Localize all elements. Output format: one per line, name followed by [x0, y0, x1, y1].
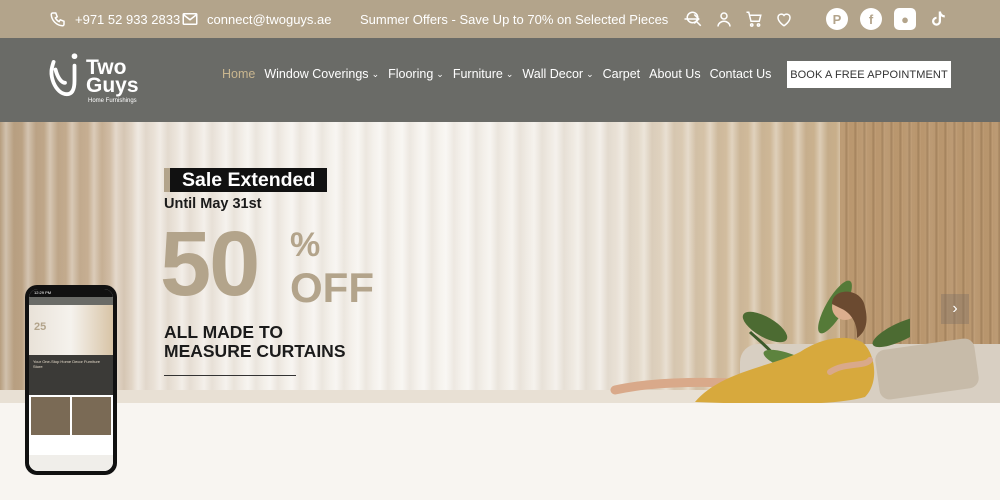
phone-product-tile — [31, 397, 70, 435]
tagline-line2: MEASURE CURTAINS — [164, 341, 346, 361]
phone-screen: 12:29 PM 25 Your One-Stop Home Decor Fur… — [29, 289, 113, 471]
sale-end-date: Until May 31st — [164, 196, 262, 212]
user-actions — [684, 0, 794, 38]
chevron-down-icon: ⌄ — [371, 68, 380, 79]
phone-status-bar: 12:29 PM — [29, 289, 113, 297]
phone-hero-number: 25 — [34, 321, 47, 333]
account-icon[interactable] — [714, 9, 734, 29]
top-bar: +971 52 933 2833 connect@twoguys.ae Summ… — [0, 0, 1000, 38]
nav-item-wall-decor[interactable]: Wall Decor ⌄ — [522, 67, 593, 81]
off-label: OFF — [290, 264, 374, 311]
pinterest-icon[interactable]: P — [826, 8, 848, 30]
mobile-preview-phone: 12:29 PM 25 Your One-Stop Home Decor Fur… — [25, 285, 117, 475]
search-icon[interactable] — [684, 9, 704, 29]
email-address[interactable]: connect@twoguys.ae — [207, 12, 332, 27]
divider — [164, 375, 296, 376]
percent-sign: % — [290, 226, 321, 264]
wishlist-heart-icon[interactable] — [774, 9, 794, 29]
nav-item-window-coverings[interactable]: Window Coverings ⌄ — [264, 67, 379, 81]
main-navbar: Two Guys Home Furnishings Home Window Co… — [0, 38, 1000, 122]
logo-tagline: Home Furnishings — [88, 98, 137, 104]
site-logo[interactable]: Two Guys Home Furnishings — [46, 46, 156, 110]
nav-label: Furniture — [452, 67, 503, 81]
nav-label: Home — [222, 67, 256, 81]
social-links: P f ● — [826, 0, 948, 38]
phone-product-tile — [72, 397, 111, 435]
tagline-line1: ALL MADE TO — [164, 322, 283, 342]
nav-label: Contact Us — [709, 67, 772, 81]
facebook-icon[interactable]: f — [860, 8, 882, 30]
nav-label: Flooring — [388, 67, 434, 81]
nav-label: Wall Decor — [522, 67, 584, 81]
book-appointment-button[interactable]: BOOK A FREE APPOINTMENT — [787, 61, 951, 88]
promo-text[interactable]: Summer Offers - Save Up to 70% on Select… — [360, 12, 668, 27]
phone-product-grid — [29, 395, 113, 437]
nav-item-contact-us[interactable]: Contact Us — [710, 67, 772, 81]
cart-icon[interactable] — [744, 9, 764, 29]
logo-mark-icon — [49, 53, 78, 97]
email-contact[interactable]: connect@twoguys.ae — [180, 0, 332, 38]
primary-nav: Home Window Coverings ⌄ Flooring ⌄ Furni… — [222, 38, 771, 110]
woman-on-sofa-image — [610, 280, 910, 403]
nav-item-flooring[interactable]: Flooring ⌄ — [388, 67, 444, 81]
nav-label: About Us — [649, 67, 701, 81]
instagram-icon[interactable]: ● — [894, 8, 916, 30]
chevron-down-icon: ⌄ — [586, 68, 594, 79]
chevron-down-icon: ⌄ — [436, 68, 444, 79]
hero-banner: Sale Extended Until May 31st 50 % OFF AL… — [0, 122, 1000, 403]
nav-label: Carpet — [602, 67, 641, 81]
nav-label: Window Coverings — [264, 67, 369, 81]
hero-tagline: ALL MADE TO MEASURE CURTAINS — [164, 323, 346, 361]
phone-contact[interactable]: +971 52 933 2833 — [48, 0, 180, 38]
phone-bottom-bar — [29, 455, 113, 471]
phone-hero: 25 — [29, 305, 113, 355]
chevron-down-icon: ⌄ — [505, 68, 514, 79]
nav-item-about-us[interactable]: About Us — [649, 67, 700, 81]
nav-item-furniture[interactable]: Furniture ⌄ — [453, 67, 514, 81]
logo-text-line2: Guys — [86, 74, 139, 97]
discount-number: 50 — [160, 213, 260, 315]
phone-dark-section: Your One-Stop Home Decor Furniture Store — [29, 355, 113, 395]
nav-item-carpet[interactable]: Carpet — [603, 67, 641, 81]
phone-number[interactable]: +971 52 933 2833 — [75, 12, 180, 27]
nav-item-home[interactable]: Home — [222, 67, 255, 81]
phone-navbar — [29, 297, 113, 305]
carousel-next-button[interactable]: › — [941, 294, 969, 324]
tiktok-icon[interactable] — [928, 9, 948, 29]
sale-badge: Sale Extended — [164, 168, 328, 192]
promo-banner[interactable]: Summer Offers - Save Up to 70% on Select… — [360, 0, 702, 38]
mail-icon — [180, 9, 200, 29]
phone-icon — [48, 9, 68, 29]
